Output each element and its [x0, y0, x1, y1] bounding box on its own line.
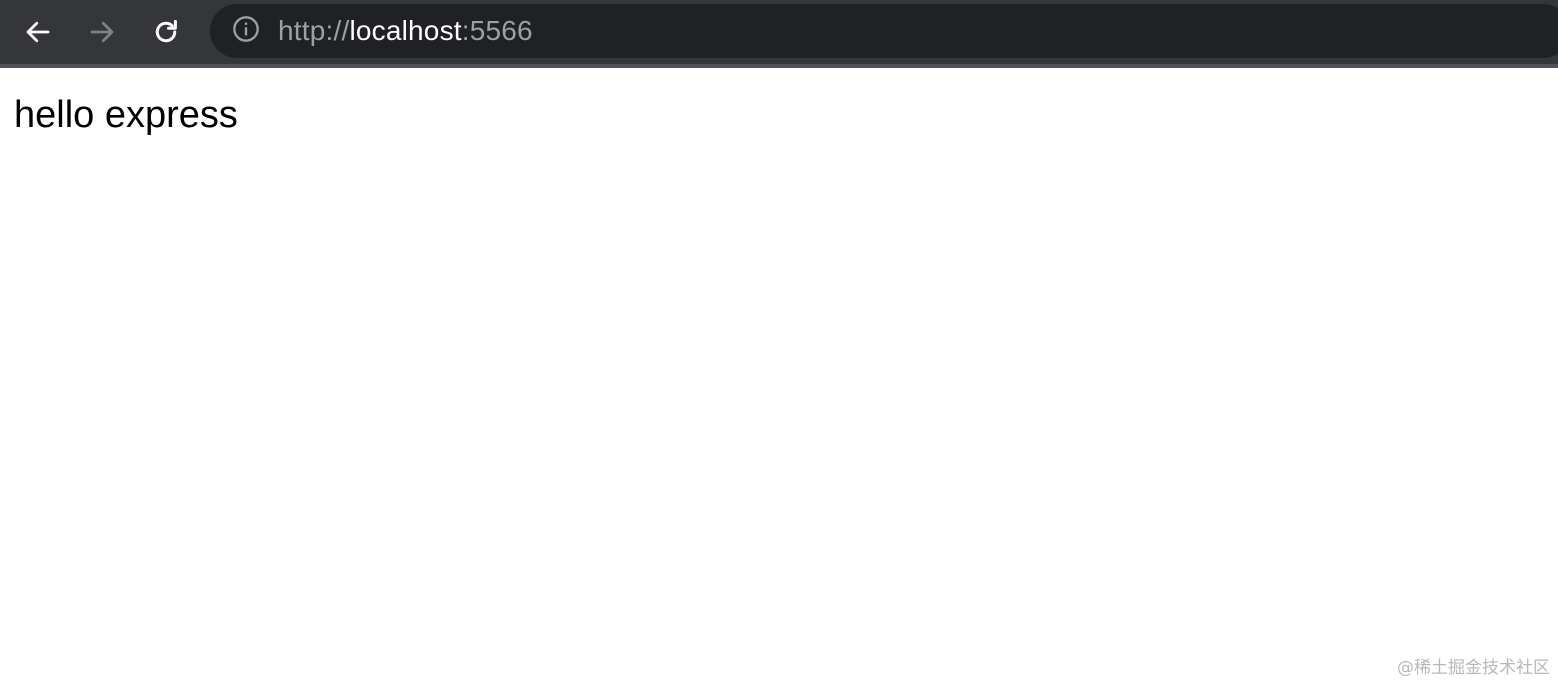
forward-button[interactable]	[82, 12, 122, 52]
browser-toolbar: http://localhost:5566	[0, 0, 1558, 64]
info-icon	[232, 15, 260, 48]
forward-arrow-icon	[87, 17, 117, 47]
url-host: localhost	[349, 15, 462, 46]
url-scheme: http://	[278, 15, 350, 46]
back-button[interactable]	[18, 12, 58, 52]
url-text[interactable]: http://localhost:5566	[278, 4, 533, 58]
address-bar[interactable]: http://localhost:5566	[210, 4, 1558, 58]
back-arrow-icon	[23, 17, 53, 47]
reload-icon	[151, 17, 181, 47]
reload-button[interactable]	[146, 12, 186, 52]
url-port: :5566	[461, 15, 533, 46]
watermark: @稀土掘金技术社区	[1397, 658, 1550, 678]
site-info-button[interactable]	[232, 15, 260, 48]
page-body-text: hello express	[14, 94, 238, 136]
page-content: hello express	[0, 68, 1558, 684]
